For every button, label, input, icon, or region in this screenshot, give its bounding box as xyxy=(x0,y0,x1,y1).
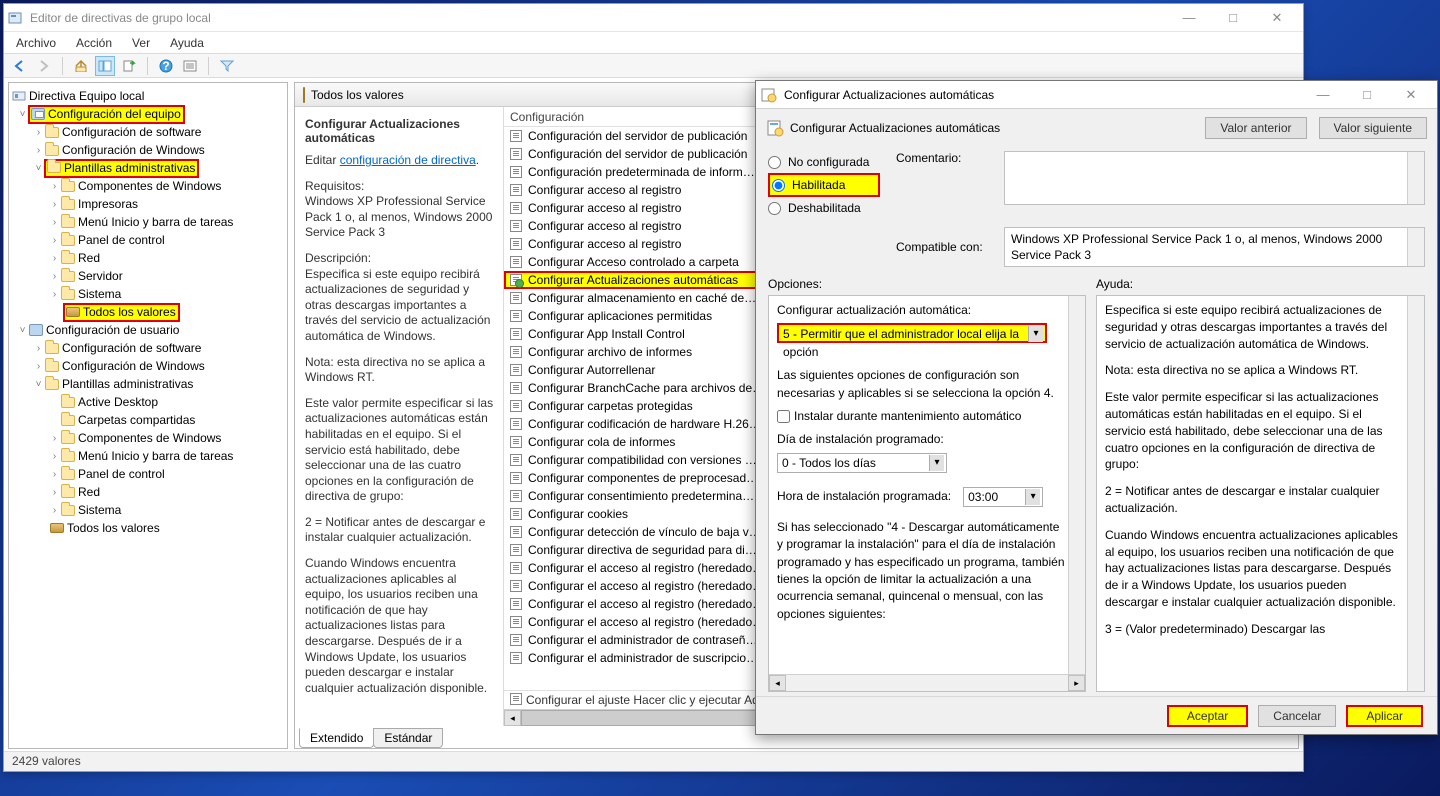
options-box: Configurar actualización automática: 5 -… xyxy=(768,295,1086,692)
tree-pane[interactable]: Directiva Equipo local ˅Configuración de… xyxy=(8,82,288,749)
compat-text: Windows XP Professional Service Pack 1 o… xyxy=(1004,227,1425,267)
dialog-icon xyxy=(760,86,778,104)
edit-policy-link[interactable]: configuración de directiva xyxy=(340,153,476,167)
update-mode-dropdown[interactable]: 5 - Permitir que el administrador local … xyxy=(777,323,1047,343)
compat-label: Compatible con: xyxy=(896,240,983,254)
tree-item[interactable]: ›Componentes de Windows xyxy=(11,177,285,195)
tab-estandar[interactable]: Estándar xyxy=(373,728,443,748)
dialog-title: Configurar Actualizaciones automáticas xyxy=(784,88,994,102)
menu-ver[interactable]: Ver xyxy=(128,34,154,52)
tree-user-all-values[interactable]: Todos los valores xyxy=(11,519,285,537)
opt-day-label: Día de instalación programado: xyxy=(777,431,1065,448)
dialog-close[interactable]: ✕ xyxy=(1389,81,1433,108)
install-time-dropdown[interactable]: 03:00 xyxy=(963,487,1043,507)
opt-tail: Si has seleccionado "4 - Descargar autom… xyxy=(777,519,1065,623)
tree-item[interactable]: ›Menú Inicio y barra de tareas xyxy=(11,447,285,465)
maximize-button[interactable]: □ xyxy=(1211,4,1255,31)
tree-item[interactable]: ›Panel de control xyxy=(11,465,285,483)
close-button[interactable]: ✕ xyxy=(1255,4,1299,31)
statusbar: 2429 valores xyxy=(4,751,1303,771)
tree-comp-software[interactable]: ›Configuración de software xyxy=(11,123,285,141)
help-label: Ayuda: xyxy=(1096,277,1425,291)
detail-header-title: Todos los valores xyxy=(311,88,404,102)
dialog-subtitle: Configurar Actualizaciones automáticas xyxy=(790,121,1000,135)
radio-enabled[interactable]: Habilitada xyxy=(768,173,880,197)
help-button[interactable]: ? xyxy=(156,56,176,76)
dialog-maximize[interactable]: □ xyxy=(1345,81,1389,108)
tree-root[interactable]: Directiva Equipo local xyxy=(11,87,285,105)
forward-button[interactable] xyxy=(34,56,54,76)
up-level-button[interactable] xyxy=(71,56,91,76)
gpo-title: Editor de directivas de grupo local xyxy=(30,11,211,25)
dialog-minimize[interactable]: — xyxy=(1301,81,1345,108)
back-button[interactable] xyxy=(10,56,30,76)
tree-item[interactable]: ›Panel de control xyxy=(11,231,285,249)
menu-ayuda[interactable]: Ayuda xyxy=(166,34,208,52)
radio-not-configured[interactable]: No configurada xyxy=(768,151,880,173)
menubar: Archivo Acción Ver Ayuda xyxy=(4,32,1303,54)
opt-time-label: Hora de instalación programada: xyxy=(777,488,951,505)
tree-comp-windows[interactable]: ›Configuración de Windows xyxy=(11,141,285,159)
description-column: Configurar Actualizaciones automáticas E… xyxy=(295,107,503,726)
policy-icon xyxy=(766,119,784,137)
app-icon xyxy=(8,10,24,26)
prev-setting-button[interactable]: Valor anterior xyxy=(1205,117,1306,139)
comment-label: Comentario: xyxy=(896,151,988,165)
tree-item[interactable]: ›Menú Inicio y barra de tareas xyxy=(11,213,285,231)
tree-item[interactable]: ›Componentes de Windows xyxy=(11,429,285,447)
opt-note: Las siguientes opciones de configuración… xyxy=(777,367,1065,402)
minimize-button[interactable]: — xyxy=(1167,4,1211,31)
properties-button[interactable] xyxy=(180,56,200,76)
dialog-titlebar[interactable]: Configurar Actualizaciones automáticas —… xyxy=(756,81,1437,109)
opt-config-label: Configurar actualización automática: xyxy=(777,302,1065,319)
toolbar: ? xyxy=(4,54,1303,78)
tree-comp-templates[interactable]: ˅Plantillas administrativas xyxy=(11,159,285,177)
export-button[interactable] xyxy=(119,56,139,76)
tab-extendido[interactable]: Extendido xyxy=(299,728,374,748)
filter-button[interactable] xyxy=(217,56,237,76)
install-day-dropdown[interactable]: 0 - Todos los días xyxy=(777,453,947,473)
tree-user-templates[interactable]: ˅Plantillas administrativas xyxy=(11,375,285,393)
help-box: Especifica si este equipo recibirá actua… xyxy=(1096,295,1425,692)
gpo-titlebar[interactable]: Editor de directivas de grupo local — □ … xyxy=(4,4,1303,32)
tree-comp[interactable]: ˅Configuración del equipo xyxy=(11,105,285,123)
tree-user-windows[interactable]: ›Configuración de Windows xyxy=(11,357,285,375)
show-tree-button[interactable] xyxy=(95,56,115,76)
tree-item[interactable]: ›Sistema xyxy=(11,501,285,519)
options-hscroll[interactable]: ◂▸ xyxy=(769,674,1085,691)
tree-item[interactable]: ›Impresoras xyxy=(11,195,285,213)
comment-textarea[interactable] xyxy=(1004,151,1425,205)
state-radio-group: No configurada Habilitada Deshabilitada xyxy=(768,151,880,219)
tree-item[interactable]: Active Desktop xyxy=(11,393,285,411)
radio-disabled[interactable]: Deshabilitada xyxy=(768,197,880,219)
options-vscroll[interactable] xyxy=(1068,296,1085,674)
selected-policy-title: Configurar Actualizaciones automáticas xyxy=(305,117,497,145)
policy-dialog: Configurar Actualizaciones automáticas —… xyxy=(755,80,1438,735)
next-setting-button[interactable]: Valor siguiente xyxy=(1319,117,1428,139)
tree-user[interactable]: ˅Configuración de usuario xyxy=(11,321,285,339)
tree-item[interactable]: ›Sistema xyxy=(11,285,285,303)
tree-item[interactable]: Carpetas compartidas xyxy=(11,411,285,429)
menu-accion[interactable]: Acción xyxy=(72,34,116,52)
chk-install-maintenance[interactable]: Instalar durante mantenimiento automátic… xyxy=(777,408,1065,425)
dialog-footer: Aceptar Cancelar Aplicar xyxy=(756,696,1437,734)
svg-text:?: ? xyxy=(162,59,169,73)
tree-item[interactable]: ›Servidor xyxy=(11,267,285,285)
help-vscroll[interactable] xyxy=(1407,296,1424,691)
tree-item[interactable]: ›Red xyxy=(11,483,285,501)
tree-item[interactable]: ›Red xyxy=(11,249,285,267)
options-label: Opciones: xyxy=(768,277,1086,291)
cancel-button[interactable]: Cancelar xyxy=(1258,705,1336,727)
apply-button[interactable]: Aplicar xyxy=(1346,705,1423,727)
menu-archivo[interactable]: Archivo xyxy=(12,34,60,52)
tree-comp-all-values[interactable]: Todos los valores xyxy=(11,303,285,321)
ok-button[interactable]: Aceptar xyxy=(1167,705,1248,727)
dialog-subtitle-row: Configurar Actualizaciones automáticas xyxy=(766,119,1193,137)
tree-user-software[interactable]: ›Configuración de software xyxy=(11,339,285,357)
